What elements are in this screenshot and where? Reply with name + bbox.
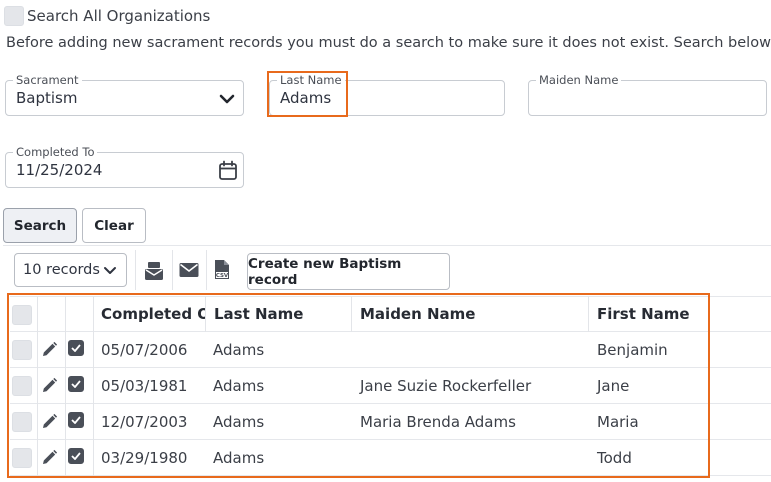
clear-button[interactable]: Clear [82,208,146,243]
results-highlight [7,293,710,478]
toolbar-separator [135,250,136,290]
send-mail-icon[interactable] [144,261,164,285]
sacrament-value: Baptism [16,89,78,107]
sacrament-label: Sacrament [13,73,82,87]
search-button[interactable]: Search [3,208,77,243]
records-per-page-value: 10 records [23,262,100,278]
toolbar-separator [172,250,173,290]
chevron-down-icon [102,262,118,282]
completed-to-label: Completed To [13,145,98,159]
chevron-down-icon [217,89,237,113]
toolbar-separator [206,250,207,290]
completed-to-value: 11/25/2024 [16,161,103,179]
instructions-text: Before adding new sacrament records you … [6,35,771,51]
csv-export-icon[interactable]: CSV [213,259,231,285]
records-per-page-select[interactable]: 10 records [14,253,127,287]
last-name-highlight [267,71,348,117]
create-record-button[interactable]: Create new Baptism record [247,253,450,290]
toolbar-divider [3,245,771,246]
email-icon[interactable] [179,262,199,282]
search-all-label: Search All Organizations [27,7,211,25]
maiden-name-field[interactable]: Maiden Name [528,73,767,116]
calendar-icon[interactable] [218,160,238,185]
search-all-checkbox[interactable] [4,6,24,26]
svg-text:CSV: CSV [216,273,229,279]
sacrament-select[interactable]: Sacrament Baptism [5,73,244,116]
completed-to-field[interactable]: Completed To 11/25/2024 [5,145,244,188]
maiden-name-label: Maiden Name [536,73,622,87]
